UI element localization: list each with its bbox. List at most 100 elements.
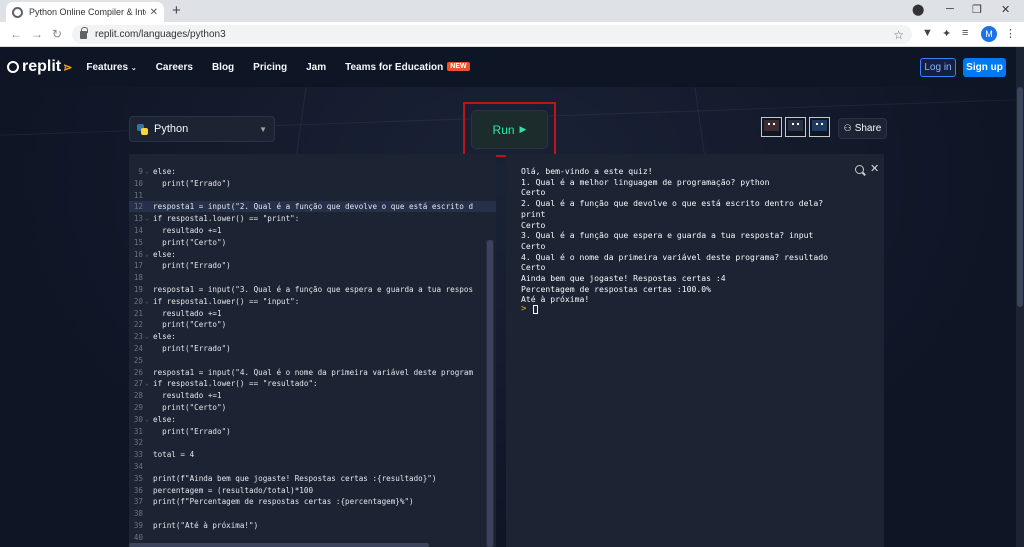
extension-icon[interactable]: ▼ (922, 27, 933, 39)
profile-dropdown-icon[interactable]: ⬤ (912, 3, 924, 16)
chevron-down-icon: ⌄ (130, 64, 137, 72)
code-line[interactable]: 16 ⌄ else: (129, 249, 496, 260)
code-line[interactable]: 31 print("Errado") (129, 426, 496, 437)
page-scrollbar-thumb[interactable] (1017, 87, 1023, 307)
code-line[interactable]: 28 resultado +=1 (129, 390, 496, 401)
run-button[interactable]: Run ▶ (471, 110, 548, 149)
profile-avatar[interactable]: M (981, 26, 997, 42)
line-number: 20 (133, 296, 143, 306)
avatar[interactable] (809, 117, 830, 137)
code-line[interactable]: 35 print(f"Ainda bem que jogaste! Respost… (129, 473, 496, 484)
code-line[interactable]: 38 (129, 508, 496, 519)
fold-chevron-icon[interactable]: ⌄ (145, 166, 149, 177)
code-line[interactable]: 29 print("Certo") (129, 402, 496, 413)
share-button[interactable]: ⚇ Share (838, 118, 887, 139)
code-text: print("Certo") (153, 237, 227, 247)
code-line[interactable]: 12 resposta1 = input("2. Qual é a função … (129, 201, 496, 213)
replit-logo[interactable]: replit ⋗ (7, 58, 72, 76)
code-text: print(f"Percentagem de respostas certas … (153, 497, 414, 507)
browser-tab[interactable]: Python Online Compiler & Interp ✕ (6, 2, 164, 22)
code-line[interactable]: 14 resultado +=1 (129, 225, 496, 236)
play-icon: ▶ (519, 124, 527, 134)
nav-pricing[interactable]: Pricing (253, 62, 287, 73)
code-line[interactable]: 9 ⌄ else: (129, 166, 496, 177)
fold-chevron-icon[interactable]: ⌄ (145, 331, 149, 342)
restore-icon[interactable]: ❐ (972, 3, 982, 16)
avatar[interactable] (761, 117, 782, 137)
code-line[interactable]: 34 (129, 461, 496, 472)
window-close-icon[interactable]: ✕ (1001, 3, 1010, 16)
fold-chevron-icon[interactable]: ⌄ (145, 296, 149, 307)
nav-teams-label: Teams for Education (345, 61, 444, 73)
code-line[interactable]: 33 total = 4 (129, 449, 496, 460)
login-button[interactable]: Log in (920, 58, 956, 77)
code-line[interactable]: 21 resultado +=1 (129, 308, 496, 319)
code-editor[interactable]: 9 ⌄ else: 10 print("Errado") 11 12 resposta1 =… (129, 154, 496, 547)
console-output-line: Olá, bem-vindo a este quiz! (521, 166, 653, 176)
line-number: 24 (133, 344, 143, 353)
code-line[interactable]: 13 ⌄ if resposta1.lower() == "print": (129, 213, 496, 224)
code-line[interactable]: 30 ⌄ else: (129, 414, 496, 425)
line-number: 30 (133, 414, 143, 424)
code-line[interactable]: 25 (129, 355, 496, 366)
reload-icon[interactable]: ↻ (52, 27, 62, 41)
console-cursor[interactable] (533, 305, 538, 314)
console-panel[interactable]: ✕ > Olá, bem-vindo a este quiz! 1. Qual é… (506, 154, 884, 547)
address-bar-row: ← → ↻ replit.com/languages/python3 ☆ ▼ ✦… (0, 22, 1024, 47)
code-line[interactable]: 15 print("Certo") (129, 237, 496, 248)
editor-scrollbar-thumb[interactable] (487, 240, 493, 547)
console-output-line: 2. Qual é a função que devolve o que est… (521, 198, 824, 209)
code-line[interactable]: 23 ⌄ else: (129, 331, 496, 342)
bookmark-star-icon[interactable]: ☆ (893, 28, 904, 42)
address-bar[interactable]: replit.com/languages/python3 ☆ (72, 25, 912, 44)
code-line[interactable]: 17 print("Errado") (129, 260, 496, 271)
editor-horizontal-scrollbar[interactable] (129, 543, 429, 547)
fold-chevron-icon[interactable]: ⌄ (145, 378, 149, 389)
media-queue-icon[interactable]: ≡ (962, 27, 968, 39)
extension-icon[interactable]: ✦ (942, 27, 951, 40)
code-text: print("Errado") (153, 426, 231, 436)
signup-button[interactable]: Sign up (963, 58, 1006, 77)
console-output-line: Certo (521, 187, 546, 198)
line-number: 21 (133, 308, 143, 318)
close-icon[interactable]: ✕ (870, 162, 879, 175)
code-line[interactable]: 20 ⌄ if resposta1.lower() == "input": (129, 296, 496, 307)
code-line[interactable]: 32 (129, 437, 496, 448)
close-icon[interactable]: ✕ (150, 7, 158, 18)
code-line[interactable]: 37 print(f"Percentagem de respostas certa… (129, 496, 496, 507)
forward-icon[interactable]: → (31, 27, 43, 41)
code-line[interactable]: 36 percentagem = (resultado/total)*100 (129, 485, 496, 496)
code-line[interactable]: 26 resposta1 = input("4. Qual é o nome da… (129, 367, 496, 378)
new-tab-icon[interactable]: + (172, 2, 181, 20)
search-icon[interactable] (855, 165, 864, 174)
code-line[interactable]: 27 ⌄ if resposta1.lower() == "resultado": (129, 378, 496, 389)
language-select[interactable]: Python ▼ (129, 116, 275, 142)
code-text: else: (153, 414, 176, 424)
code-text: if resposta1.lower() == "print": (153, 214, 300, 224)
code-line[interactable]: 18 (129, 272, 496, 283)
code-line[interactable]: 40 (129, 532, 496, 543)
nav-teams-for-education[interactable]: Teams for Education NEW (345, 61, 470, 73)
avatar[interactable] (785, 117, 806, 137)
line-number: 37 (133, 497, 143, 507)
fold-chevron-icon[interactable]: ⌄ (145, 213, 149, 224)
nav-blog[interactable]: Blog (212, 62, 234, 73)
fold-chevron-icon[interactable]: ⌄ (145, 249, 149, 260)
nav-features[interactable]: Features ⌄ (86, 62, 136, 73)
nav-jam[interactable]: Jam (306, 62, 326, 73)
back-icon[interactable]: ← (10, 27, 22, 41)
line-number: 13 (133, 214, 143, 224)
code-line[interactable]: 39 print("Até à próxima!") (129, 520, 496, 531)
browser-menu-icon[interactable]: ⋮ (1005, 27, 1016, 40)
code-line[interactable]: 11 (129, 190, 496, 201)
fold-chevron-icon[interactable]: ⌄ (145, 414, 149, 425)
code-line[interactable]: 19 resposta1 = input("3. Qual é a função … (129, 284, 496, 295)
nav-careers[interactable]: Careers (156, 62, 193, 73)
code-line[interactable]: 10 print("Errado") (129, 178, 496, 189)
code-line[interactable]: 24 print("Errado") (129, 343, 496, 354)
code-text: else: (153, 332, 176, 342)
minimize-icon[interactable]: ─ (946, 3, 954, 15)
code-text: print("Errado") (153, 178, 231, 188)
line-number: 23 (133, 332, 143, 342)
code-line[interactable]: 22 print("Certo") (129, 319, 496, 330)
